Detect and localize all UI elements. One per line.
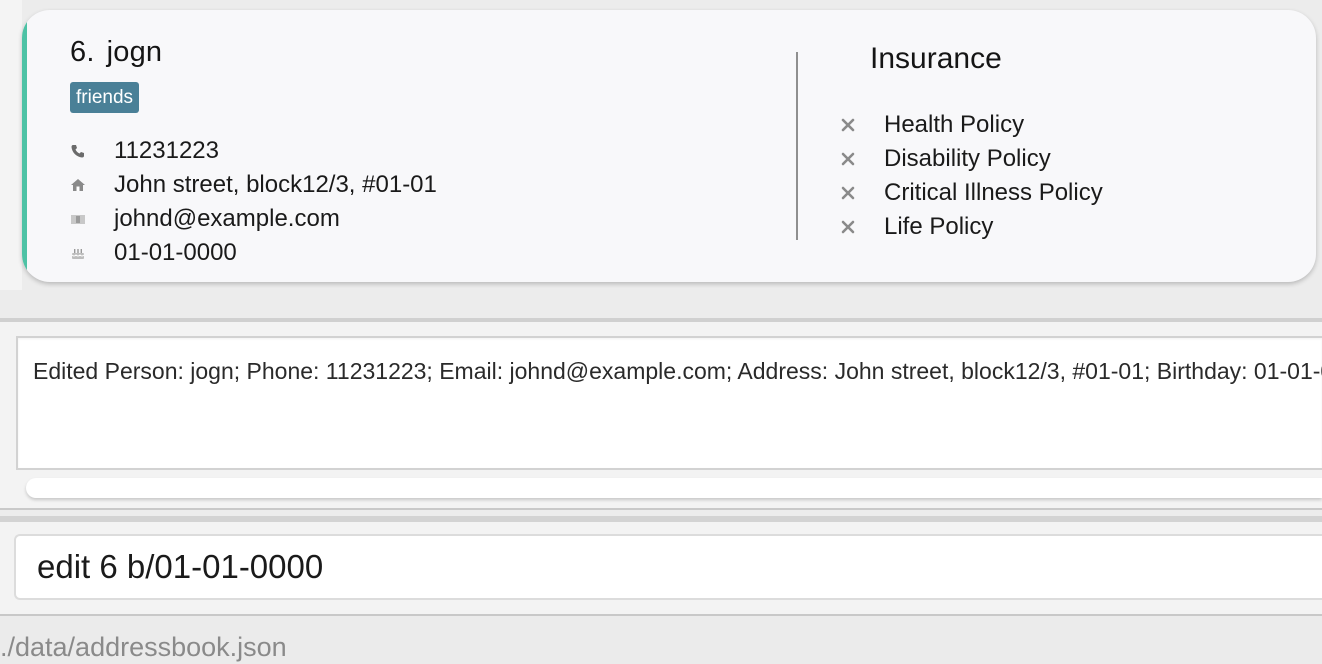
result-display[interactable]: Edited Person: jogn; Phone: 11231223; Em… — [16, 336, 1322, 470]
policy-item-health: Health Policy — [838, 110, 1024, 140]
policy-label: Life Policy — [884, 213, 994, 240]
address-row: John street, block12/3, #01-01 — [70, 170, 437, 200]
person-index: 6. — [70, 36, 95, 68]
email-icon — [70, 209, 90, 229]
person-list-panel: 6. jogn friends 11231223 John street, blo… — [0, 0, 1322, 318]
save-file-path: ./data/addressbook.json — [0, 632, 287, 662]
insurance-title: Insurance — [870, 42, 1002, 75]
home-icon — [70, 175, 90, 195]
command-input[interactable] — [14, 534, 1322, 600]
policy-item-life: Life Policy — [838, 212, 993, 242]
phone-row: 11231223 — [70, 136, 219, 166]
person-name: jogn — [106, 36, 163, 68]
horizontal-scrollbar[interactable] — [26, 478, 1322, 498]
policy-label: Critical Illness Policy — [884, 179, 1103, 206]
birthday-text: 01-01-0000 — [114, 239, 237, 266]
result-display-panel: Edited Person: jogn; Phone: 11231223; Em… — [0, 322, 1322, 508]
command-box-panel — [0, 522, 1322, 614]
email-row: johnd@example.com — [70, 204, 340, 234]
policy-label: Health Policy — [884, 111, 1025, 138]
birthday-row: 01-01-0000 — [70, 238, 237, 268]
result-text: Edited Person: jogn; Phone: 11231223; Em… — [33, 358, 1322, 384]
policy-label: Disability Policy — [884, 145, 1051, 172]
person-card[interactable]: 6. jogn friends 11231223 John street, blo… — [22, 10, 1316, 282]
tag-friends: friends — [70, 82, 140, 113]
email-text: johnd@example.com — [114, 205, 340, 232]
cross-icon — [838, 149, 858, 169]
card-divider — [796, 52, 798, 240]
phone-icon — [70, 141, 90, 161]
policy-item-disability: Disability Policy — [838, 144, 1051, 174]
birthday-cake-icon — [70, 243, 90, 263]
phone-text: 11231223 — [114, 137, 219, 164]
status-bar: ./data/addressbook.json — [0, 614, 1322, 664]
person-name-heading: 6. jogn — [70, 36, 162, 69]
address-text: John street, block12/3, #01-01 — [114, 171, 437, 198]
cross-icon — [838, 183, 858, 203]
cross-icon — [838, 115, 858, 135]
list-gutter — [0, 0, 22, 290]
cross-icon — [838, 217, 858, 237]
policy-item-critical-illness: Critical Illness Policy — [838, 178, 1103, 208]
section-divider — [0, 508, 1322, 510]
